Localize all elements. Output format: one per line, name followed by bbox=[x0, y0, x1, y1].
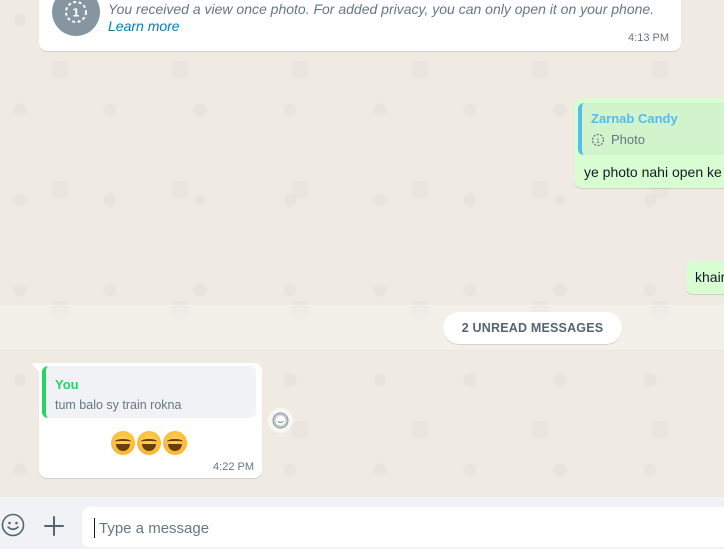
emoji-button[interactable] bbox=[1, 513, 25, 537]
view-once-text: You received a view once photo. For adde… bbox=[108, 1, 655, 17]
quoted-sender-name: You bbox=[55, 377, 79, 392]
smiley-icon bbox=[1, 513, 25, 537]
view-once-message[interactable]: 1 You received a view once photo. For ad… bbox=[39, 0, 681, 51]
message-text: khair bbox=[695, 269, 724, 285]
view-once-small-icon: 1 bbox=[591, 133, 605, 146]
outgoing-message[interactable]: khair bbox=[685, 261, 724, 294]
react-emoji-button[interactable] bbox=[268, 408, 293, 433]
svg-text:1: 1 bbox=[596, 136, 600, 144]
chat-area[interactable]: 1 You received a view once photo. For ad… bbox=[0, 0, 724, 497]
message-input-box[interactable] bbox=[82, 507, 724, 547]
message-time: 4:13 PM bbox=[628, 32, 669, 44]
message-text: ye photo nahi open ke bbox=[584, 164, 722, 180]
tears-of-joy-emoji-icon bbox=[111, 431, 135, 455]
quoted-photo-text: Photo bbox=[611, 132, 645, 147]
quoted-text: tum balo sy train rokna bbox=[55, 398, 182, 412]
plus-icon bbox=[44, 516, 64, 536]
unread-messages-badge: 2 UNREAD MESSAGES bbox=[443, 312, 622, 344]
message-time: 4:22 PM bbox=[213, 461, 254, 473]
view-once-icon: 1 bbox=[52, 0, 100, 36]
outgoing-reply-message[interactable]: Zarnab Candy 1 Photo ye photo nahi open … bbox=[574, 98, 724, 188]
quoted-message[interactable]: You tum balo sy train rokna bbox=[42, 366, 256, 418]
quoted-message[interactable]: Zarnab Candy 1 Photo bbox=[578, 103, 724, 155]
quoted-sender-name: Zarnab Candy bbox=[591, 111, 678, 126]
tears-of-joy-emoji-icon bbox=[137, 431, 161, 455]
emoji-message bbox=[111, 430, 189, 455]
learn-more-link[interactable]: Learn more bbox=[108, 18, 180, 34]
message-composer bbox=[0, 497, 724, 549]
smiley-icon bbox=[272, 412, 289, 429]
svg-text:1: 1 bbox=[72, 7, 80, 20]
message-input[interactable] bbox=[94, 518, 719, 538]
tears-of-joy-emoji-icon bbox=[163, 431, 187, 455]
quoted-photo-label: 1 Photo bbox=[591, 132, 645, 147]
attach-button[interactable] bbox=[43, 515, 65, 537]
incoming-reply-message[interactable]: You tum balo sy train rokna 4:22 PM bbox=[39, 363, 262, 478]
